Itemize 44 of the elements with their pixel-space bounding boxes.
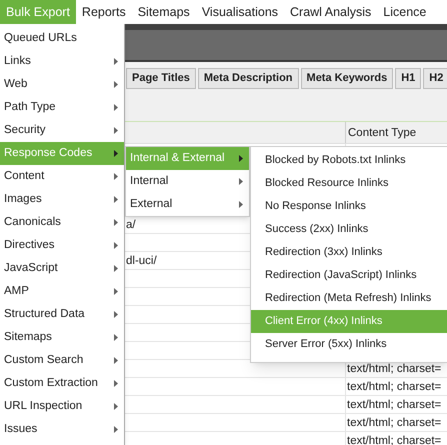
table-cell: text/html; charset=	[347, 417, 442, 429]
menu-item[interactable]: Web	[0, 73, 124, 96]
table-cell: text/html; charset=	[347, 399, 442, 411]
menu-item[interactable]: Structured Data	[0, 303, 124, 326]
menu-item[interactable]: Custom Search	[0, 349, 124, 372]
menu-item[interactable]: Content	[0, 165, 124, 188]
menu-item[interactable]: Queued URLs	[0, 27, 124, 50]
tab[interactable]: Page Titles	[126, 68, 196, 89]
menu-item[interactable]: Path Type	[0, 96, 124, 119]
menu-bar-item[interactable]: Reports	[76, 0, 132, 24]
menu-item[interactable]: AMP	[0, 280, 124, 303]
table-cell: text/html; charset=	[347, 363, 442, 375]
menu-item[interactable]: External	[126, 193, 249, 216]
menu-item[interactable]: Internal	[126, 170, 249, 193]
menu-bar-item[interactable]: Visualisations	[196, 0, 284, 24]
column-header[interactable]: Content Type	[346, 122, 447, 143]
menu-item[interactable]: Images	[0, 188, 124, 211]
menu-item[interactable]: JavaScript	[0, 257, 124, 280]
menu-item[interactable]: Redirection (JavaScript) Inlinks	[251, 264, 447, 287]
menu-item[interactable]: URL Inspection	[0, 395, 124, 418]
menu-item[interactable]: Directives	[0, 234, 124, 257]
table-cell: text/html; charset=	[347, 381, 442, 393]
menu-item[interactable]: Sitemaps	[0, 326, 124, 349]
menu-item[interactable]: Redirection (Meta Refresh) Inlinks	[251, 287, 447, 310]
menu-item[interactable]: Issues	[0, 418, 124, 441]
menu-item[interactable]: Success (2xx) Inlinks	[251, 218, 447, 241]
menu-item[interactable]: No Response Inlinks	[251, 195, 447, 218]
menu-item[interactable]: Blocked Resource Inlinks	[251, 172, 447, 195]
menu-item[interactable]: Security	[0, 119, 124, 142]
table-cell: a/	[126, 219, 136, 231]
tab[interactable]: H1	[395, 68, 422, 89]
table-cell: dl-uci/	[126, 255, 157, 267]
menu-item[interactable]: Links	[0, 50, 124, 73]
menu-item[interactable]: Redirection (3xx) Inlinks	[251, 241, 447, 264]
tab[interactable]: Meta Keywords	[300, 68, 394, 89]
menu-item[interactable]: Canonicals	[0, 211, 124, 234]
menu-item[interactable]: Blocked by Robots.txt Inlinks	[251, 149, 447, 172]
menu-item[interactable]: Server Error (5xx) Inlinks	[251, 333, 447, 356]
tab[interactable]: H2	[423, 68, 447, 89]
menu-bar-item[interactable]: Sitemaps	[132, 0, 196, 24]
menu-item[interactable]: Custom Extraction	[0, 372, 124, 395]
tab[interactable]: Meta Description	[198, 68, 299, 89]
menu-bar-item[interactable]: Licence	[377, 0, 432, 24]
menu-bar-item[interactable]: Crawl Analysis	[284, 0, 378, 24]
